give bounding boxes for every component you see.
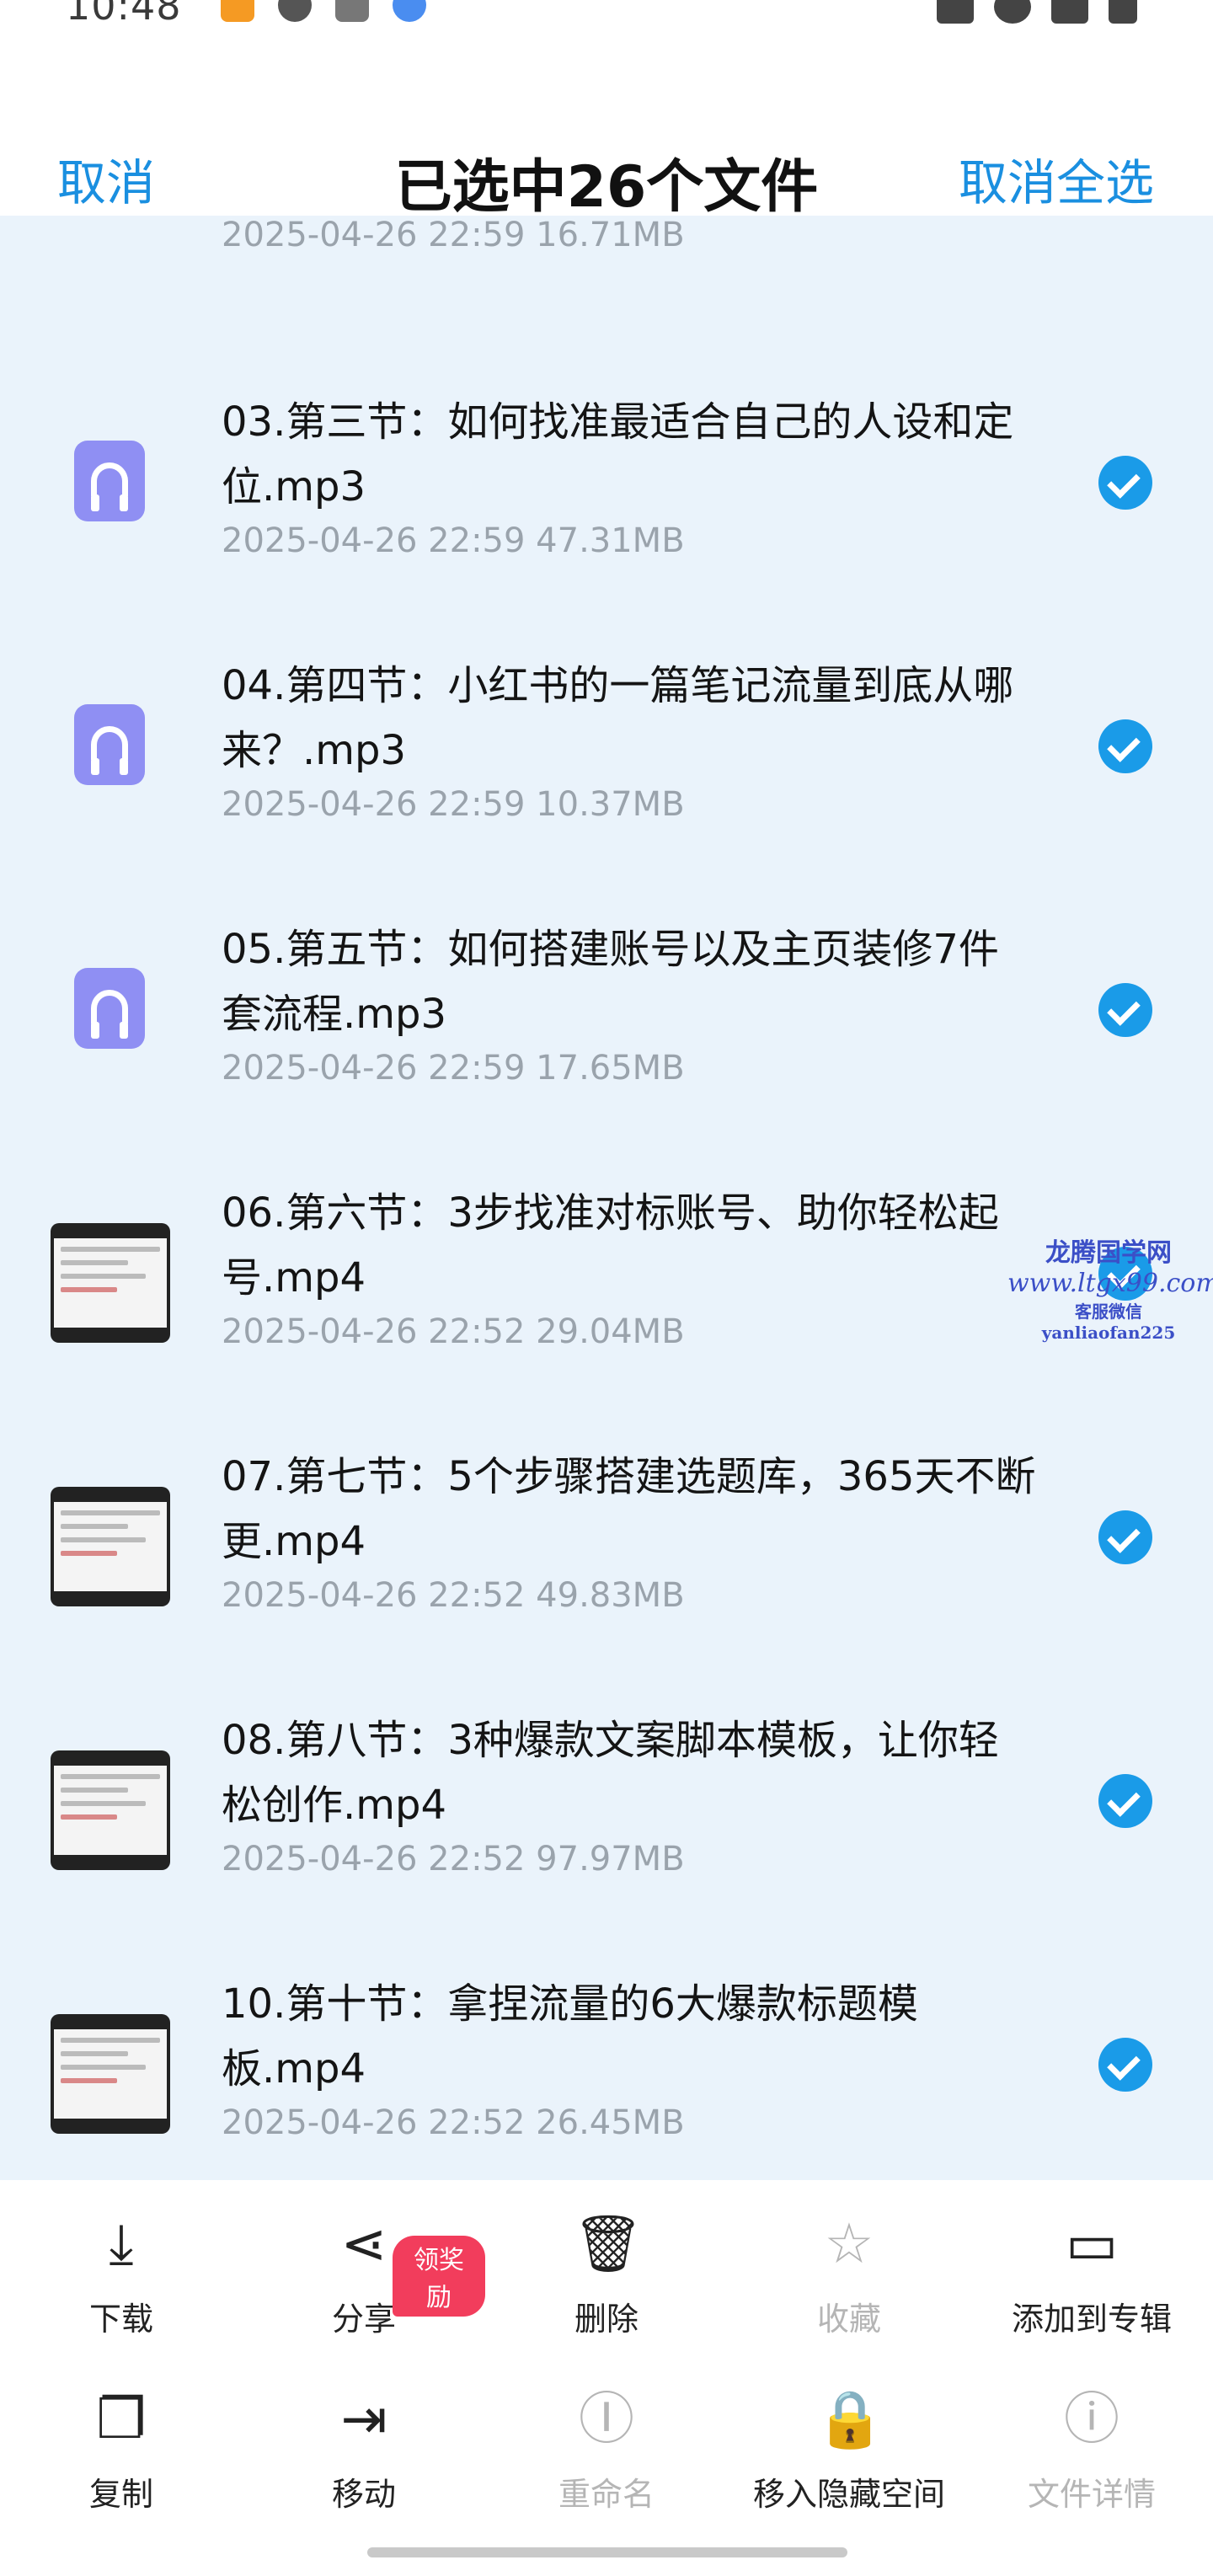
file-row[interactable]: 03.第三节：如何找准最适合自己的人设和定位.mp3 2025-04-26 22… [0, 264, 1213, 560]
selected-check-icon[interactable] [1098, 456, 1152, 510]
rename-icon: Ⓘ [579, 2386, 634, 2451]
share-button[interactable]: ⋖ 领奖励 分享 [243, 2210, 485, 2339]
file-meta: 2025-04-26 22:59 16.71MB [222, 216, 685, 254]
selected-check-icon[interactable] [1098, 2038, 1152, 2092]
copy-button[interactable]: ❐ 复制 [0, 2386, 243, 2515]
delete-button[interactable]: 🗑 删除 [485, 2210, 728, 2339]
selected-check-icon[interactable] [1098, 1510, 1152, 1564]
watermark-url: www.ltgx99.com [1007, 1269, 1213, 1298]
video-thumbnail [51, 2014, 170, 2134]
action-toolbar: ⤓ 下载 ⋖ 领奖励 分享 🗑 删除 ☆ 收藏 ▭ 添加到专辑 ❐ 复制 ⇥ 移… [0, 2180, 1213, 2576]
app-notification-icon [221, 0, 254, 22]
delete-label: 删除 [574, 2301, 639, 2338]
selected-check-icon[interactable] [1098, 1774, 1152, 1828]
trash-icon: 🗑 [573, 2211, 644, 2276]
volte-icon [937, 0, 974, 24]
move-button[interactable]: ⇥ 移动 [243, 2386, 485, 2515]
favorite-label: 收藏 [816, 2301, 881, 2338]
selected-check-icon[interactable] [1098, 719, 1152, 773]
system-icons [937, 0, 1137, 24]
download-notification-icon [335, 0, 369, 22]
file-row[interactable]: 05.第五节：如何搭建账号以及主页装修7件套流程.mp3 2025-04-26 … [0, 791, 1213, 1088]
add-to-album-label: 添加到专辑 [1011, 2301, 1172, 2338]
file-name: 08.第八节：3种爆款文案脚本模板，让你轻松创作.mp4 [222, 1717, 999, 1829]
file-details-label: 文件详情 [1027, 2476, 1156, 2513]
file-name: 04.第四节：小红书的一篇笔记流量到底从哪来？.mp3 [222, 662, 1014, 774]
lock-icon: 🔒 [815, 2386, 885, 2451]
info-icon: ⓘ [1064, 2386, 1119, 2451]
signal-icon [1051, 0, 1088, 24]
status-time: 10:48 [66, 0, 182, 29]
watermark-title: 龙腾国学网 [1045, 1238, 1172, 1268]
rename-button[interactable]: Ⓘ 重命名 [485, 2386, 728, 2515]
notification-icons [221, 0, 426, 22]
download-button[interactable]: ⤓ 下载 [0, 2210, 243, 2339]
download-icon: ⤓ [109, 2211, 134, 2276]
file-name: 03.第三节：如何找准最适合自己的人设和定位.mp3 [222, 398, 1014, 510]
battery-icon [1109, 0, 1137, 24]
file-row[interactable]: 04.第四节：小红书的一篇笔记流量到底从哪来？.mp3 2025-04-26 2… [0, 527, 1213, 824]
status-bar: 10:48 [0, 0, 1213, 37]
watermark: 龙腾国学网 www.ltgx99.com 客服微信 yanliaofan225 [1007, 1232, 1213, 1343]
download-label: 下载 [88, 2301, 153, 2338]
move-to-hidden-label: 移入隐藏空间 [752, 2476, 945, 2513]
selected-check-icon[interactable] [1098, 983, 1152, 1037]
file-name: 06.第六节：3步找准对标账号、助你轻松起号.mp4 [222, 1189, 999, 1301]
deselect-all-button[interactable]: 取消全选 [959, 143, 1154, 214]
cloud-app-icon [393, 0, 426, 22]
selection-header: 取消 已选中26个文件 取消全选 [0, 37, 1213, 221]
dnd-icon [994, 0, 1031, 24]
home-indicator[interactable] [367, 2547, 847, 2557]
share-icon: ⋖ [340, 2211, 387, 2276]
reward-badge: 领奖励 [393, 2236, 485, 2317]
file-row[interactable]: 10.第十节：拿捏流量的6大爆款标题模板.mp4 2025-04-26 22:5… [0, 1846, 1213, 2142]
file-meta: 2025-04-26 22:52 26.45MB [222, 2103, 685, 2142]
move-to-hidden-button[interactable]: 🔒 移入隐藏空间 [728, 2386, 970, 2515]
file-name: 05.第五节：如何搭建账号以及主页装修7件套流程.mp3 [222, 926, 999, 1038]
move-label: 移动 [331, 2476, 396, 2513]
file-row[interactable]: 07.第七节：5个步骤搭建选题库，365天不断更.mp4 2025-04-26 … [0, 1318, 1213, 1615]
app-notification-icon [278, 0, 312, 22]
copy-icon: ❐ [96, 2386, 147, 2451]
file-name: 07.第七节：5个步骤搭建选题库，365天不断更.mp4 [222, 1453, 1036, 1565]
audio-file-icon [74, 968, 145, 1049]
favorite-button[interactable]: ☆ 收藏 [728, 2210, 970, 2339]
rename-label: 重命名 [558, 2476, 655, 2513]
file-details-button[interactable]: ⓘ 文件详情 [970, 2386, 1213, 2515]
audio-file-icon [74, 704, 145, 785]
file-row[interactable]: 08.第八节：3种爆款文案脚本模板，让你轻松创作.mp4 2025-04-26 … [0, 1582, 1213, 1879]
album-icon: ▭ [1065, 2211, 1119, 2276]
audio-file-icon [74, 441, 145, 521]
star-icon: ☆ [824, 2211, 874, 2276]
move-icon: ⇥ [340, 2386, 387, 2451]
add-to-album-button[interactable]: ▭ 添加到专辑 [970, 2210, 1213, 2339]
file-list[interactable]: 2025-04-26 22:59 16.71MB 03.第三节：如何找准最适合自… [0, 216, 1213, 2180]
watermark-contact: 客服微信 yanliaofan225 [1041, 1301, 1176, 1343]
file-name: 10.第十节：拿捏流量的6大爆款标题模板.mp4 [222, 1980, 918, 2092]
copy-label: 复制 [88, 2476, 153, 2513]
